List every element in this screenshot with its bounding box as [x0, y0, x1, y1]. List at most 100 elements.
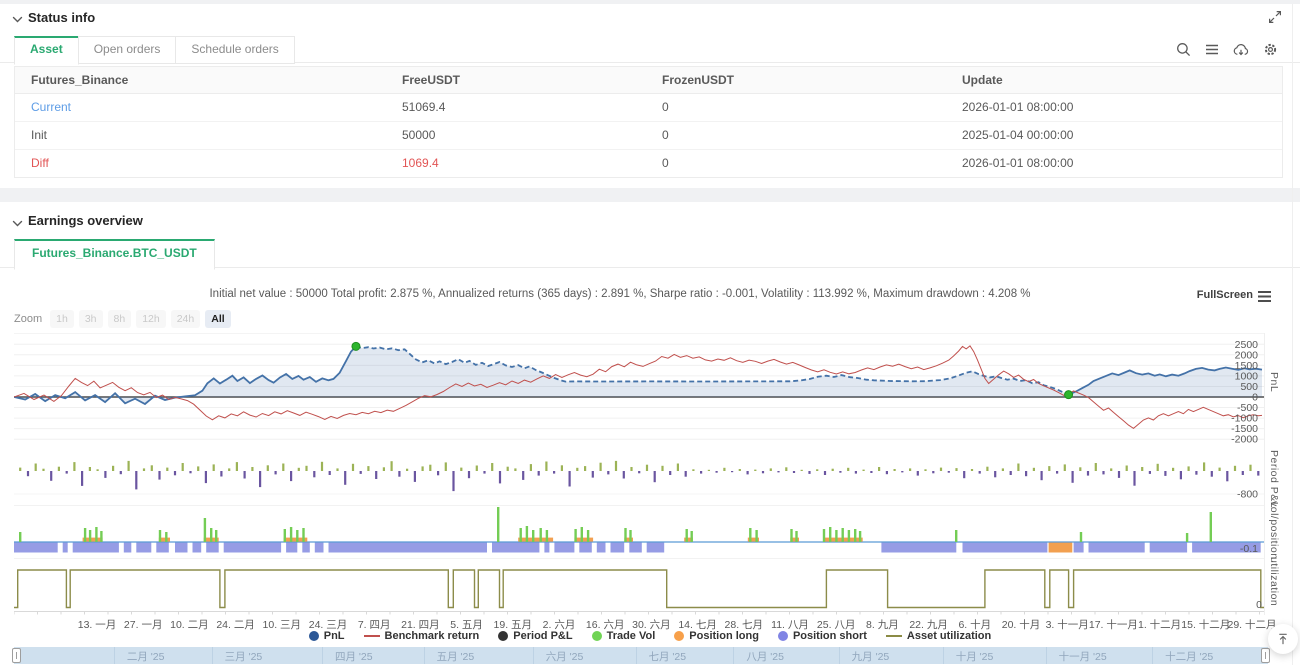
legend-item-position-short[interactable]: Position short: [778, 630, 867, 642]
legend-label: Position short: [793, 630, 867, 642]
app-root: Status info AssetOpen ordersSchedule ord…: [0, 0, 1300, 669]
zoom-label: Zoom: [14, 313, 42, 325]
tab-asset[interactable]: Asset: [14, 36, 79, 65]
row-label: Diff: [15, 150, 386, 177]
menu-icon[interactable]: [1205, 43, 1219, 56]
navigator-label: 五月 '25: [437, 649, 475, 664]
section-title-earnings-overview: Earnings overview: [28, 213, 143, 228]
table-cell: 2026-01-01 08:00:00: [946, 150, 1282, 177]
expand-icon[interactable]: [1268, 10, 1282, 24]
svg-text:-800: -800: [1237, 489, 1258, 501]
legend-dot-icon: [592, 631, 602, 641]
table-cell: 1069.4: [386, 150, 646, 177]
column-header: FreeUSDT: [386, 67, 646, 93]
chart-legend: PnL Benchmark return Period P&L Trade Vol Po…: [0, 630, 1300, 642]
navigator-gridline: [1152, 647, 1153, 664]
legend-item-asset-utilization[interactable]: Asset utilization: [886, 630, 991, 642]
section-separator: [0, 188, 1300, 202]
table-cell: 0: [646, 94, 946, 121]
legend-item-pnl[interactable]: PnL: [309, 630, 345, 642]
zoom-all[interactable]: All: [205, 310, 230, 328]
pnl-chart[interactable]: 25002000150010005000-500-1000-1500-2000: [14, 333, 1264, 458]
zoom-12h[interactable]: 12h: [136, 310, 166, 328]
legend-dot-icon: [498, 631, 508, 641]
navigator-label: 六月 '25: [546, 649, 584, 664]
legend-label: PnL: [324, 630, 345, 642]
chart-stats-summary: Initial net value : 50000 Total profit: …: [60, 288, 1180, 300]
legend-label: Position long: [689, 630, 759, 642]
row-label: Init: [15, 122, 386, 149]
axis-title-period-pnl: Period P&L: [1266, 450, 1280, 508]
navigator-gridline: [839, 647, 840, 664]
legend-line-icon: [886, 635, 902, 637]
plot-border: [1264, 333, 1265, 615]
legend-label: Trade Vol: [607, 630, 656, 642]
zoom-controls: Zoom 1h 3h 8h12h 24hAll: [14, 310, 236, 328]
legend-dot-icon: [309, 631, 319, 641]
legend-item-trade-vol[interactable]: Trade Vol: [592, 630, 656, 642]
table-header-row: Futures_BinanceFreeUSDTFrozenUSDTUpdate: [15, 67, 1282, 94]
search-icon[interactable]: [1176, 42, 1191, 57]
table-cell: 0: [646, 150, 946, 177]
cloud-download-icon[interactable]: [1233, 43, 1249, 57]
legend-dot-icon: [674, 631, 684, 641]
navigator-gridline: [636, 647, 637, 664]
tab-futures-binance-btc-usdt[interactable]: Futures_Binance.BTC_USDT: [14, 239, 215, 270]
navigator-label: 九月 '25: [852, 649, 890, 664]
chart-navigator[interactable]: 二月 '25三月 '25四月 '25五月 '25六月 '25七月 '25八月 '…: [14, 647, 1268, 664]
navigator-gridline: [114, 647, 115, 664]
svg-text:-0.1: -0.1: [1240, 543, 1258, 555]
navigator-handle-right[interactable]: [1261, 648, 1270, 663]
navigator-handle-left[interactable]: [12, 648, 21, 663]
table-cell: 50000: [386, 122, 646, 149]
navigator-label: 十二月 '25: [1165, 649, 1213, 664]
asset-table: Futures_BinanceFreeUSDTFrozenUSDTUpdate …: [14, 66, 1283, 178]
column-header: Futures_Binance: [15, 67, 386, 93]
zoom-3h[interactable]: 3h: [79, 310, 103, 328]
axis-title-utilization: utilization: [1266, 557, 1280, 606]
navigator-gridline: [212, 647, 213, 664]
page-background-strip: [0, 0, 1300, 4]
tab-open-orders[interactable]: Open orders: [78, 36, 177, 64]
table-body: Current51069.402026-01-01 08:00:00Init50…: [15, 94, 1282, 177]
tab-schedule-orders[interactable]: Schedule orders: [175, 36, 294, 64]
period-pnl-chart[interactable]: -800: [14, 458, 1264, 502]
zoom-24h[interactable]: 24h: [171, 310, 201, 328]
navigator-label: 十月 '25: [956, 649, 994, 664]
navigator-gridline: [533, 647, 534, 664]
legend-label: Asset utilization: [907, 630, 991, 642]
navigator-label: 七月 '25: [649, 649, 687, 664]
settings-icon[interactable]: [1263, 42, 1278, 57]
navigator-gridline: [943, 647, 944, 664]
row-label[interactable]: Current: [15, 94, 386, 121]
x-axis-labels: 13. 一月27. 一月10. 二月24. 二月10. 三月24. 三月7. 四…: [0, 617, 1300, 630]
legend-label: Period P&L: [513, 630, 572, 642]
navigator-gridline: [322, 647, 323, 664]
table-row: Diff1069.402026-01-01 08:00:00: [15, 150, 1282, 177]
legend-item-position-long[interactable]: Position long: [674, 630, 759, 642]
legend-item-benchmark-return[interactable]: Benchmark return: [364, 630, 480, 642]
legend-label: Benchmark return: [385, 630, 480, 642]
zoom-1h[interactable]: 1h: [50, 310, 74, 328]
chevron-down-icon[interactable]: [12, 216, 24, 228]
chevron-down-icon[interactable]: [12, 12, 24, 24]
axis-title-pnl: PnL: [1266, 372, 1280, 392]
navigator-label: 四月 '25: [335, 649, 373, 664]
table-toolbar: [1176, 42, 1278, 57]
zoom-buttons: 1h 3h 8h12h 24hAll: [50, 310, 236, 328]
section-title-status-info: Status info: [28, 10, 95, 25]
back-to-top-button[interactable]: [1268, 624, 1298, 654]
navigator-label: 十一月 '25: [1059, 649, 1107, 664]
legend-item-period-p-l[interactable]: Period P&L: [498, 630, 572, 642]
fullscreen-button[interactable]: FullScreen: [1197, 289, 1253, 301]
navigator-gridline: [424, 647, 425, 664]
vol-position-chart[interactable]: -0.1: [14, 505, 1264, 559]
navigator-gridline: [1046, 647, 1047, 664]
axis-title-vol-position: vol/position: [1266, 501, 1280, 560]
column-header: FrozenUSDT: [646, 67, 946, 93]
table-row: Current51069.402026-01-01 08:00:00: [15, 94, 1282, 122]
zoom-8h[interactable]: 8h: [108, 310, 132, 328]
navigator-gridline: [733, 647, 734, 664]
utilization-chart[interactable]: 0: [14, 560, 1264, 615]
chart-context-menu-icon[interactable]: [1257, 290, 1272, 303]
